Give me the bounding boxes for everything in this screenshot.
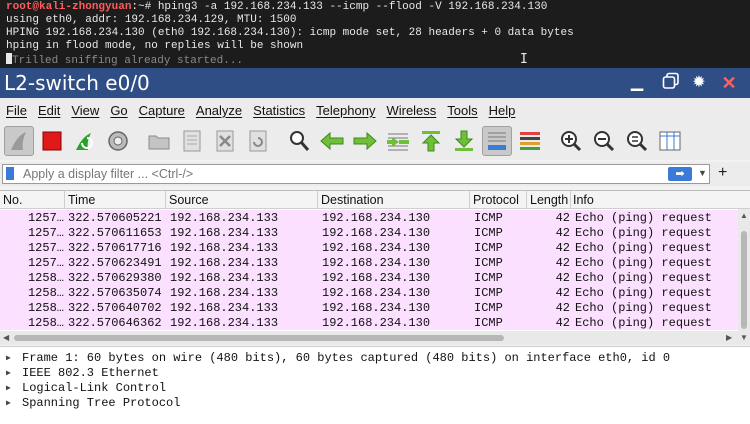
- terminal-line-4: hping in flood mode, no replies will be …: [6, 40, 304, 52]
- menu-analyze[interactable]: Analyze: [193, 103, 248, 118]
- close-file-icon[interactable]: [210, 126, 240, 156]
- terminal-ghost-text: Trilled sniffing already started...: [12, 55, 244, 67]
- go-last-icon[interactable]: [449, 126, 479, 156]
- window-title: L2-switch e0/0: [4, 71, 150, 95]
- terminal-window: root@kali-zhongyuan:~# hping3 -a 192.168…: [0, 0, 750, 68]
- maximize-icon[interactable]: [660, 72, 682, 94]
- menu-help[interactable]: Help: [486, 103, 522, 118]
- column-header-info[interactable]: Info: [573, 193, 594, 207]
- table-row[interactable]: 1258… 322.570646362 192.168.234.133 192.168…: [0, 315, 738, 330]
- menu-capture[interactable]: Capture: [136, 103, 191, 118]
- restart-capture-icon[interactable]: [70, 126, 100, 156]
- apply-filter-arrow-icon[interactable]: ➡: [668, 167, 692, 181]
- capture-options-icon[interactable]: [103, 126, 133, 156]
- shark-fin-start-icon[interactable]: [4, 126, 34, 156]
- packet-list-vertical-scrollbar[interactable]: ▲ ▼: [738, 209, 750, 345]
- packet-details-pane: ▶ Frame 1: 60 bytes on wire (480 bits), …: [0, 346, 750, 424]
- table-row[interactable]: 1257… 322.570617716 192.168.234.133 192.168…: [0, 240, 738, 255]
- go-first-icon[interactable]: [416, 126, 446, 156]
- add-filter-button-icon[interactable]: +: [718, 164, 727, 182]
- scroll-up-icon[interactable]: ▲: [740, 211, 748, 220]
- go-to-packet-icon[interactable]: [383, 126, 413, 156]
- minimize-icon[interactable]: ▁: [626, 72, 648, 94]
- main-toolbar: [0, 122, 750, 160]
- menu-statistics[interactable]: Statistics: [250, 103, 311, 118]
- scroll-left-icon[interactable]: ◀: [3, 333, 9, 342]
- zoom-out-icon[interactable]: [589, 126, 619, 156]
- go-back-icon[interactable]: [317, 126, 347, 156]
- terminal-line-5: Trilled sniffing already started...: [6, 53, 744, 68]
- packet-list-horizontal-scrollbar[interactable]: ◀ ▶: [0, 331, 738, 345]
- reload-file-icon[interactable]: [243, 126, 273, 156]
- expand-arrow-icon[interactable]: ▶: [6, 353, 11, 363]
- window-titlebar[interactable]: L2-switch e0/0 ▁ ✹ ✕: [0, 68, 750, 98]
- column-header-no[interactable]: No.: [3, 193, 22, 207]
- go-forward-icon[interactable]: [350, 126, 380, 156]
- bookmark-icon[interactable]: [6, 167, 14, 180]
- menu-go[interactable]: Go: [107, 103, 133, 118]
- table-row[interactable]: 1257… 322.570605221 192.168.234.133 192.168…: [0, 210, 738, 225]
- column-header-protocol[interactable]: Protocol: [473, 193, 519, 207]
- menu-edit[interactable]: Edit: [35, 103, 66, 118]
- scroll-right-icon[interactable]: ▶: [726, 333, 732, 342]
- column-header-time[interactable]: Time: [68, 193, 95, 207]
- column-header-length[interactable]: Length: [530, 193, 568, 207]
- ibeam-cursor-icon: I: [520, 52, 528, 67]
- menu-wireless[interactable]: Wireless: [383, 103, 442, 118]
- prompt-tail: :~#: [131, 1, 158, 13]
- horizontal-scroll-thumb[interactable]: [14, 335, 504, 341]
- column-header-destination[interactable]: Destination: [321, 193, 384, 207]
- menu-bar: File Edit View Go Capture Analyze Statis…: [0, 98, 750, 122]
- scroll-down-icon[interactable]: ▼: [740, 333, 748, 342]
- close-icon[interactable]: ✕: [718, 72, 740, 94]
- terminal-command: hping3 -a 192.168.234.133 --icmp --flood…: [157, 1, 548, 13]
- table-row[interactable]: 1258… 322.570635074 192.168.234.133 192.168…: [0, 285, 738, 300]
- find-packet-icon[interactable]: [284, 126, 314, 156]
- vertical-scroll-thumb[interactable]: [741, 231, 747, 329]
- display-filter-input[interactable]: Apply a display filter ... <Ctrl-/>: [2, 164, 710, 184]
- resize-columns-icon[interactable]: [655, 126, 685, 156]
- gear-icon[interactable]: ✹: [688, 72, 710, 94]
- menu-file[interactable]: File: [3, 103, 33, 118]
- normal-size-icon[interactable]: [622, 126, 652, 156]
- auto-scroll-icon[interactable]: [482, 126, 512, 156]
- table-row[interactable]: 1258… 322.570640702 192.168.234.133 192.168…: [0, 300, 738, 315]
- expand-arrow-icon[interactable]: ▶: [6, 368, 11, 378]
- save-file-icon[interactable]: [177, 126, 207, 156]
- table-row[interactable]: 1257… 322.570611653 192.168.234.133 192.168…: [0, 225, 738, 240]
- menu-telephony[interactable]: Telephony: [313, 103, 381, 118]
- display-filter-bar: Apply a display filter ... <Ctrl-/> ➡ ▼ …: [0, 162, 750, 186]
- packet-list: No. Time Source Destination Protocol Len…: [0, 190, 750, 345]
- column-header-source[interactable]: Source: [169, 193, 209, 207]
- zoom-in-icon[interactable]: [556, 126, 586, 156]
- chevron-down-icon[interactable]: ▼: [698, 168, 707, 178]
- prompt-user-host: root@kali-zhongyuan: [6, 1, 132, 13]
- table-row[interactable]: 1258… 322.570629380 192.168.234.133 192.168…: [0, 270, 738, 285]
- open-file-icon[interactable]: [144, 126, 174, 156]
- expand-arrow-icon[interactable]: ▶: [6, 383, 11, 393]
- terminal-line-2: using eth0, addr: 192.168.234.129, MTU: …: [6, 14, 297, 26]
- terminal-line-3: HPING 192.168.234.130 (eth0 192.168.234.…: [6, 27, 574, 39]
- menu-view[interactable]: View: [68, 103, 105, 118]
- menu-tools[interactable]: Tools: [444, 103, 483, 118]
- table-row[interactable]: 1257… 322.570623491 192.168.234.133 192.168…: [0, 255, 738, 270]
- terminal-line-command: root@kali-zhongyuan:~# hping3 -a 192.168…: [6, 1, 744, 14]
- expand-arrow-icon[interactable]: ▶: [6, 398, 11, 408]
- packet-list-header: No. Time Source Destination Protocol Len…: [0, 191, 750, 209]
- colorize-icon[interactable]: [515, 126, 545, 156]
- stop-capture-icon[interactable]: [37, 126, 67, 156]
